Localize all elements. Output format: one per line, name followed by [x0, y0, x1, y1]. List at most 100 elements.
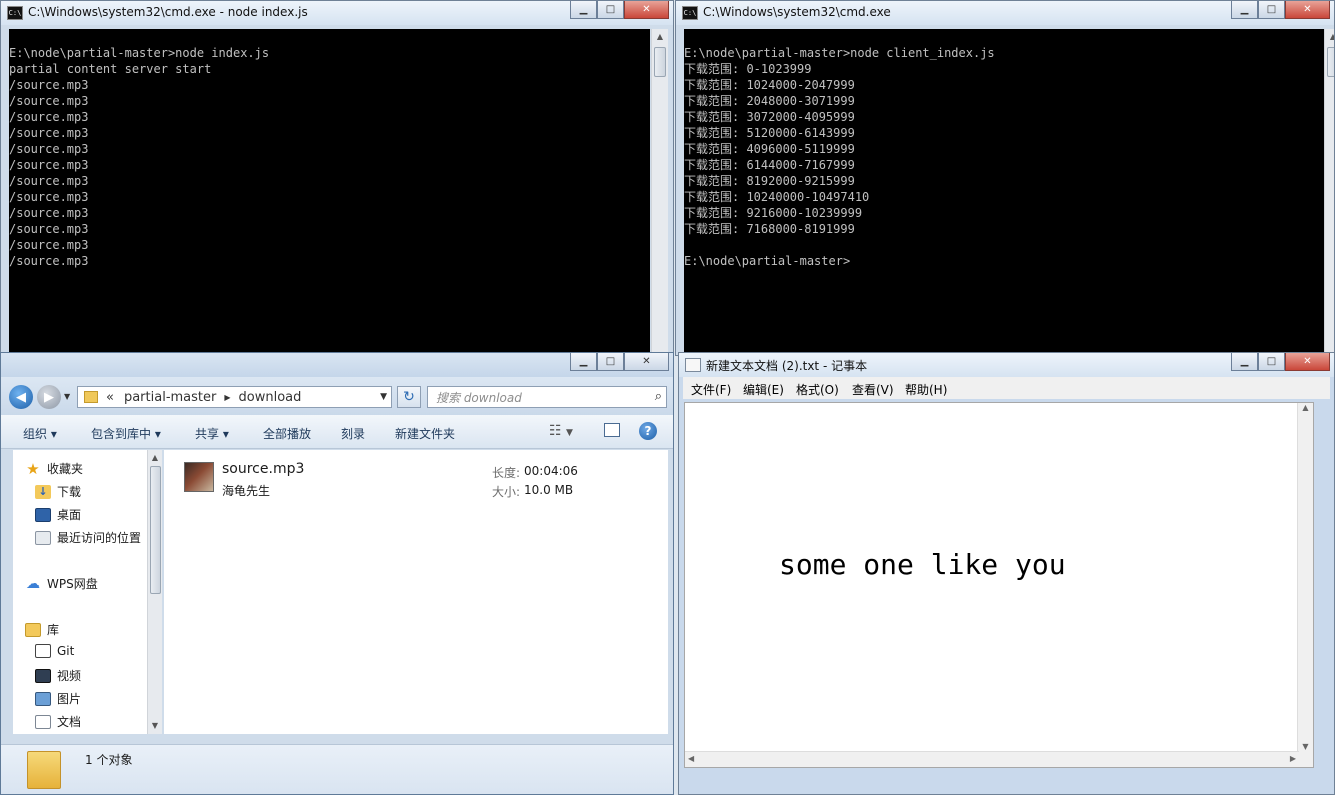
title-bar[interactable]: C:\ C:\Windows\system32\cmd.exe - node i… [1, 1, 673, 25]
back-arrow-icon[interactable]: ◀ [9, 385, 33, 409]
scroll-thumb[interactable] [1327, 47, 1334, 77]
scroll-up-arrow-icon[interactable]: ▲ [148, 450, 162, 466]
menu-edit[interactable]: 编辑(E) [743, 381, 784, 398]
breadcrumb-item-partial-master[interactable]: partial-master [124, 390, 216, 405]
nav-videos[interactable]: 视频 [35, 667, 81, 684]
vertical-scrollbar[interactable]: ▲ [651, 29, 668, 353]
maximize-button[interactable]: □ [1258, 1, 1285, 19]
menu-help[interactable]: 帮助(H) [905, 381, 947, 398]
help-icon[interactable]: ? [639, 422, 657, 440]
file-list[interactable]: source.mp3 海龟先生 长度: 00:04:06 大小: 10.0 MB [164, 450, 668, 734]
notepad-icon [685, 358, 701, 372]
recent-places-icon [35, 530, 51, 545]
include-in-library-menu[interactable]: 包含到库中 ▾ [91, 425, 161, 442]
menu-format[interactable]: 格式(O) [796, 381, 839, 398]
downloads-folder-icon: ↓ [35, 484, 51, 499]
explorer-window[interactable]: ▁ □ ✕ ◀ ▶ ▼ « partial-master ▶ download … [0, 352, 674, 795]
nav-scrollbar[interactable]: ▲ ▼ [147, 450, 162, 734]
console-line: 下载范围: 1024000-2047999 [684, 78, 855, 92]
play-all-button[interactable]: 全部播放 [263, 425, 311, 442]
text-editor[interactable]: some one like you ▲ ▼ ◀ ▶ [684, 402, 1314, 768]
scroll-down-arrow-icon[interactable]: ▼ [148, 718, 162, 734]
nav-pictures[interactable]: 图片 [35, 690, 81, 707]
notepad-window[interactable]: 新建文本文档 (2).txt - 记事本 ▁ □ ✕ 文件(F) 编辑(E) 格… [678, 352, 1335, 795]
library-icon [25, 622, 41, 637]
nav-recent-places[interactable]: 最近访问的位置 [35, 529, 141, 546]
vertical-scrollbar[interactable]: ▲ [1324, 29, 1334, 353]
scroll-up-arrow-icon[interactable]: ▲ [652, 29, 668, 45]
file-item[interactable]: source.mp3 海龟先生 长度: 00:04:06 大小: 10.0 MB [182, 460, 652, 500]
maximize-button[interactable]: □ [597, 353, 624, 371]
editor-horizontal-scrollbar[interactable]: ◀ ▶ [685, 751, 1299, 767]
console-line: /source.mp3 [9, 174, 89, 188]
nav-documents[interactable]: 文档 [35, 713, 81, 730]
close-button[interactable]: ✕ [624, 1, 669, 19]
refresh-icon[interactable]: ↻ [397, 386, 421, 408]
new-folder-button[interactable]: 新建文件夹 [395, 425, 455, 442]
maximize-button[interactable]: □ [1258, 353, 1285, 371]
console-output[interactable]: E:\node\partial-master>node client_index… [684, 29, 1324, 353]
navigation-pane[interactable]: ★ 收藏夹 ↓ 下载 桌面 最近访问的位置 ☁ WPS网盘 库 Git 视频 图… [13, 450, 151, 734]
view-options-icon[interactable]: ☷ ▼ [549, 423, 573, 439]
item-count: 1 个对象 [85, 753, 133, 767]
console-line: 下载范围: 10240000-10497410 [684, 190, 870, 204]
title-bar[interactable]: C:\ C:\Windows\system32\cmd.exe ▁ □ ✕ [676, 1, 1334, 25]
console-line: E:\node\partial-master> [684, 254, 851, 268]
folder-large-icon [27, 751, 61, 789]
scroll-up-arrow-icon[interactable]: ▲ [1325, 29, 1334, 45]
menu-bar: 文件(F) 编辑(E) 格式(O) 查看(V) 帮助(H) [683, 377, 1330, 399]
cmd-window-client[interactable]: C:\ C:\Windows\system32\cmd.exe ▁ □ ✕ E:… [675, 0, 1335, 356]
menu-file[interactable]: 文件(F) [691, 381, 731, 398]
title-bar[interactable]: ▁ □ ✕ [1, 353, 673, 377]
scroll-right-arrow-icon[interactable]: ▶ [1290, 754, 1296, 763]
console-output[interactable]: E:\node\partial-master>node index.js par… [9, 29, 650, 353]
file-artist: 海龟先生 [222, 484, 271, 498]
forward-arrow-icon[interactable]: ▶ [37, 385, 61, 409]
burn-button[interactable]: 刻录 [341, 425, 365, 442]
address-bar[interactable]: « partial-master ▶ download ▼ [77, 386, 392, 408]
nav-favorites[interactable]: ★ 收藏夹 [25, 460, 83, 477]
cloud-icon: ☁ [26, 575, 40, 592]
maximize-button[interactable]: □ [597, 1, 624, 19]
editor-vertical-scrollbar[interactable]: ▲ ▼ [1297, 403, 1313, 767]
star-icon: ★ [26, 459, 40, 478]
console-line: /source.mp3 [9, 238, 89, 252]
console-line: 下载范围: 8192000-9215999 [684, 174, 855, 188]
cmd-window-server[interactable]: C:\ C:\Windows\system32\cmd.exe - node i… [0, 0, 674, 356]
close-button[interactable]: ✕ [624, 353, 669, 371]
organize-menu[interactable]: 组织 ▾ [23, 425, 57, 442]
close-button[interactable]: ✕ [1285, 1, 1330, 19]
menu-view[interactable]: 查看(V) [852, 381, 894, 398]
breadcrumb-prefix[interactable]: « [106, 390, 114, 405]
breadcrumb-item-download[interactable]: download [239, 390, 302, 405]
minimize-button[interactable]: ▁ [1231, 1, 1258, 19]
nav-desktop[interactable]: 桌面 [35, 506, 81, 523]
address-dropdown-icon[interactable]: ▼ [380, 392, 387, 402]
scroll-up-arrow-icon[interactable]: ▲ [1298, 403, 1313, 412]
scroll-thumb[interactable] [150, 466, 161, 594]
minimize-button[interactable]: ▁ [570, 353, 597, 371]
console-line: 下载范围: 7168000-8191999 [684, 222, 855, 236]
close-button[interactable]: ✕ [1285, 353, 1330, 371]
nav-downloads[interactable]: ↓ 下载 [35, 483, 81, 500]
nav-git[interactable]: Git [35, 644, 74, 658]
search-icon[interactable]: ⌕ [655, 389, 662, 404]
console-line: /source.mp3 [9, 142, 89, 156]
console-line: 下载范围: 3072000-4095999 [684, 110, 855, 124]
scroll-thumb[interactable] [654, 47, 666, 77]
preview-pane-icon[interactable] [604, 423, 620, 437]
nav-wps-cloud[interactable]: ☁ WPS网盘 [25, 575, 98, 592]
scroll-down-arrow-icon[interactable]: ▼ [1298, 742, 1313, 751]
minimize-button[interactable]: ▁ [1231, 353, 1258, 371]
share-menu[interactable]: 共享 ▾ [195, 425, 229, 442]
folder-icon [84, 391, 98, 403]
nav-libraries[interactable]: 库 [25, 621, 59, 638]
title-bar[interactable]: 新建文本文档 (2).txt - 记事本 ▁ □ ✕ [679, 353, 1334, 377]
console-line: 下载范围: 5120000-6143999 [684, 126, 855, 140]
console-line: 下载范围: 4096000-5119999 [684, 142, 855, 156]
minimize-button[interactable]: ▁ [570, 1, 597, 19]
search-input[interactable]: 搜索 download ⌕ [427, 386, 667, 408]
album-art-thumbnail [184, 462, 214, 492]
scroll-left-arrow-icon[interactable]: ◀ [688, 754, 694, 763]
history-dropdown-icon[interactable]: ▼ [64, 392, 70, 401]
